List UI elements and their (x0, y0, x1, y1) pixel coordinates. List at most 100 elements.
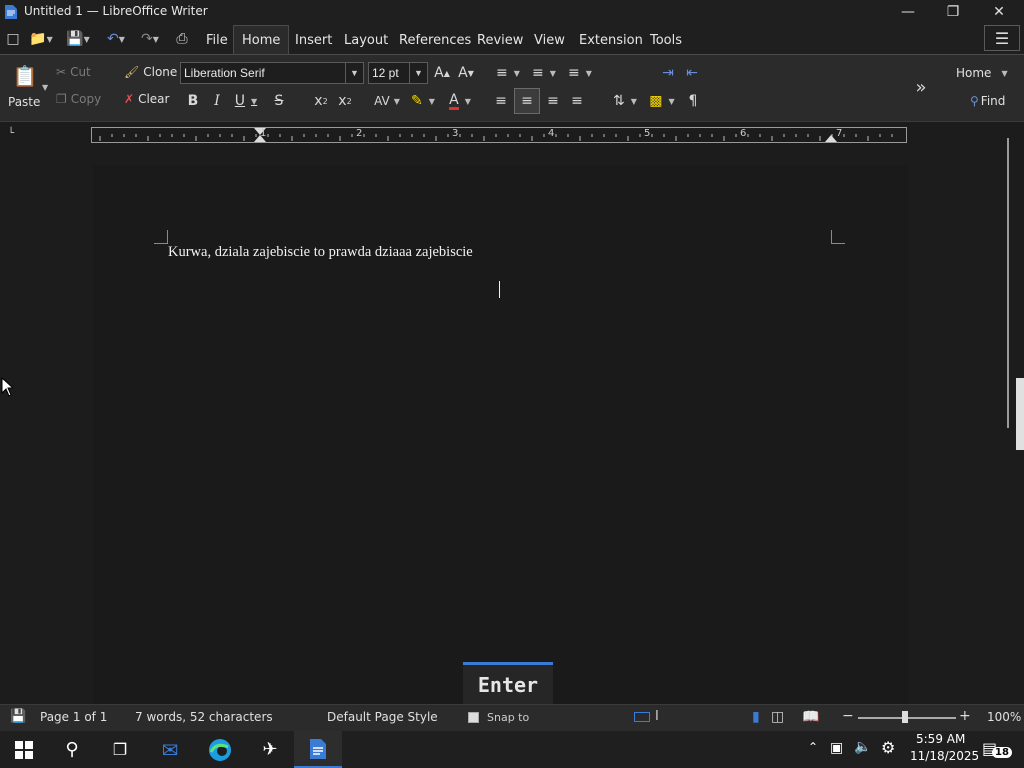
single-page-view-icon[interactable]: ▮ (752, 709, 760, 725)
italic-icon[interactable]: I (208, 90, 226, 112)
title-bar: Untitled 1 — LibreOffice Writer — ❐ ✕ (0, 0, 1024, 24)
align-center-icon[interactable]: ≡ (514, 88, 540, 114)
outline-list-icon[interactable]: ≡ ▼ (564, 62, 596, 84)
tab-layout[interactable]: Layout (336, 28, 396, 52)
scrollbar-thumb[interactable] (1007, 138, 1009, 428)
tab-file[interactable]: File (198, 28, 236, 52)
redo-icon[interactable]: ↷ ▼ (134, 28, 166, 50)
notification-badge: 18 (992, 747, 1012, 758)
tab-review[interactable]: Review (469, 28, 531, 52)
zoom-out-icon[interactable]: − (842, 708, 854, 724)
document-modified-icon[interactable]: 💾 (10, 709, 26, 724)
font-name-combobox[interactable]: Liberation Serif ▼ (180, 62, 364, 84)
home-tab-dropdown[interactable]: Home ▼ (956, 66, 1008, 80)
cut-button[interactable]: ✂ Cut (56, 65, 91, 79)
search-icon[interactable]: ⚲ (48, 731, 96, 768)
volume-muted-icon[interactable]: 🔈 (854, 739, 871, 755)
paragraph-background-icon[interactable]: ▩ ▼ (644, 90, 680, 112)
ruler-number: 4 (548, 128, 555, 139)
task-view-icon[interactable]: ❐ (96, 731, 144, 768)
restore-button[interactable]: ❐ (930, 0, 976, 24)
hamburger-menu-icon[interactable]: ☰ (984, 25, 1020, 51)
page-style[interactable]: Default Page Style (327, 710, 438, 724)
tab-tools[interactable]: Tools (642, 28, 690, 52)
grow-font-icon[interactable]: A ▲ (432, 62, 452, 84)
edge-browser-icon[interactable] (196, 731, 244, 768)
settings-gear-icon[interactable]: ⚙ (881, 738, 895, 757)
superscript-icon[interactable]: x2 (336, 90, 354, 112)
chevron-up-icon[interactable]: ⌃ (808, 740, 818, 754)
minimize-button[interactable]: — (885, 0, 931, 24)
word-count[interactable]: 7 words, 52 characters (135, 710, 273, 724)
windows-start-icon[interactable] (0, 731, 48, 768)
tab-stop-selector[interactable]: └ (8, 128, 14, 139)
page-count[interactable]: Page 1 of 1 (40, 710, 107, 724)
open-folder-icon[interactable]: 📁 ▼ (26, 28, 56, 50)
bullet-list-icon[interactable]: ≡ ▼ (492, 62, 524, 84)
save-icon[interactable]: 💾 ▼ (62, 28, 94, 50)
writer-app-icon (5, 5, 17, 19)
network-icon[interactable]: ▣ (830, 740, 843, 756)
find-button[interactable]: ⚲ Find (970, 94, 1005, 108)
book-view-icon[interactable]: 📖 (802, 709, 819, 725)
zoom-level[interactable]: 100% (987, 710, 1021, 724)
bold-icon[interactable]: B (184, 90, 202, 112)
tab-view[interactable]: View (526, 28, 573, 52)
font-size-combobox[interactable]: 12 pt ▼ (368, 62, 428, 84)
align-right-icon[interactable]: ≡ (542, 90, 564, 112)
ruler-ticks (99, 134, 893, 141)
multi-page-view-icon[interactable]: ◫ (771, 709, 784, 725)
highlight-color-icon[interactable]: ✎ ▼ (406, 90, 440, 112)
clear-formatting-button[interactable]: ✗ Clear (124, 92, 169, 106)
underline-icon[interactable]: U ▼ (230, 90, 262, 112)
shrink-font-icon[interactable]: A ▼ (456, 62, 476, 84)
more-options-icon[interactable]: » (910, 76, 932, 98)
copy-button[interactable]: ❐ Copy (56, 92, 101, 106)
ruler-number: 2 (356, 128, 363, 139)
snap-checkbox[interactable] (468, 712, 479, 723)
paste-button[interactable]: Paste (8, 95, 40, 109)
copy-icon: ❐ (56, 92, 67, 106)
vertical-scrollbar[interactable] (1004, 128, 1024, 704)
clock-time[interactable]: 5:59 AM (916, 732, 965, 746)
libreoffice-writer-taskbar-icon[interactable] (294, 731, 342, 768)
ruler-number: 1 (260, 128, 267, 139)
tab-insert[interactable]: Insert (287, 28, 340, 52)
zoom-in-icon[interactable]: + (959, 708, 971, 724)
strikethrough-icon[interactable]: S (270, 90, 288, 112)
print-icon[interactable]: ⎙ (172, 28, 192, 50)
paste-dropdown-arrow[interactable]: ▼ (42, 83, 48, 92)
new-document-icon[interactable]: □ (4, 28, 22, 50)
eraser-icon: ✗ (124, 92, 135, 106)
formatting-marks-icon[interactable]: ¶ (684, 90, 702, 112)
clock-date[interactable]: 11/18/2025 (910, 749, 979, 763)
document-text[interactable]: Kurwa, dziala zajebiscie to prawda dziaa… (168, 244, 473, 261)
decrease-indent-icon[interactable]: ⇤ (682, 62, 702, 84)
selection-mode-icon[interactable] (634, 712, 650, 722)
subscript-icon[interactable]: x2 (312, 90, 330, 112)
tab-home[interactable]: Home (233, 25, 290, 54)
chevron-down-icon[interactable]: ▼ (409, 63, 427, 83)
font-color-icon[interactable]: A ▼ (444, 90, 476, 112)
character-spacing-icon[interactable]: AV ▼ (370, 90, 404, 112)
zoom-slider-thumb[interactable] (902, 711, 908, 723)
tab-references[interactable]: References (391, 28, 479, 52)
font-name-value: Liberation Serif (184, 66, 265, 80)
app-pinned-icon[interactable]: ✈ (246, 731, 294, 768)
tab-extension[interactable]: Extension (571, 28, 651, 52)
outlook-icon[interactable]: ✉ (146, 731, 194, 768)
close-button[interactable]: ✕ (976, 0, 1022, 24)
line-spacing-icon[interactable]: ⇅ ▼ (608, 90, 642, 112)
clone-formatting-button[interactable]: 🖌 Clone (124, 65, 177, 79)
justify-icon[interactable]: ≡ (566, 90, 588, 112)
chevron-down-icon[interactable]: ▼ (345, 63, 363, 83)
align-left-icon[interactable]: ≡ (490, 90, 512, 112)
insert-mode-icon[interactable]: I (655, 709, 659, 724)
ruler-number: 7 (836, 128, 843, 139)
increase-indent-icon[interactable]: ⇥ (658, 62, 678, 84)
undo-icon[interactable]: ↶ ▼ (100, 28, 132, 50)
horizontal-ruler[interactable]: 1 2 3 4 5 6 7 (91, 127, 907, 143)
paste-icon[interactable]: 📋 (12, 62, 38, 90)
sidebar-toggle-handle[interactable] (1016, 378, 1024, 450)
numbered-list-icon[interactable]: ≡ ▼ (528, 62, 560, 84)
